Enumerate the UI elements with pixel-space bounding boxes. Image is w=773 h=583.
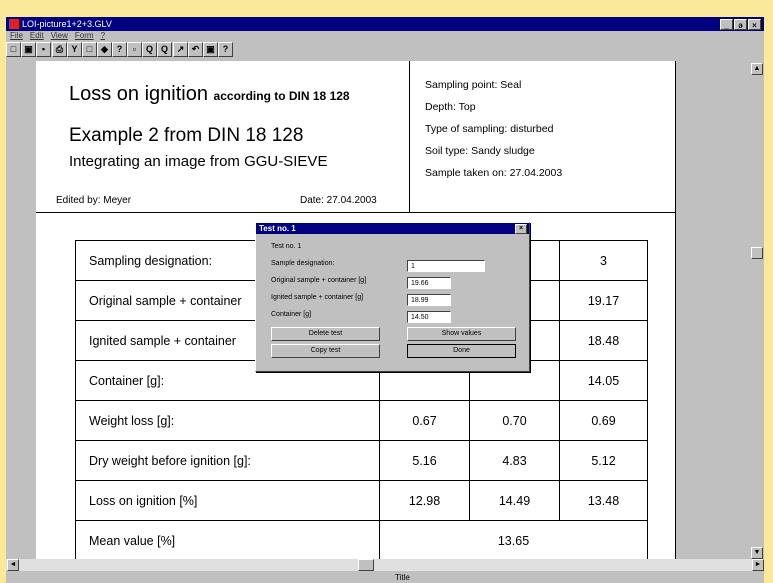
title-line-3: Integrating an image from GGU-SIEVE	[69, 153, 328, 170]
hscroll-thumb[interactable]	[358, 559, 374, 571]
title-main: Loss on ignition	[69, 83, 208, 105]
horizontal-scrollbar[interactable]: ◄ ►	[6, 559, 764, 571]
delete-test-button[interactable]: Delete test	[271, 327, 380, 341]
sample-designation-input[interactable]: 1	[407, 260, 485, 272]
row-label: Dry weight before ignition [g]:	[75, 440, 380, 481]
cell-value: 5.16	[379, 440, 470, 481]
menu-file[interactable]: File	[10, 31, 23, 40]
info-depth: Depth: Top	[425, 101, 476, 113]
title-line-2: Example 2 from DIN 18 128	[69, 125, 304, 146]
cell-value: 0.70	[469, 400, 560, 441]
copy-icon[interactable]: ▣	[203, 42, 218, 57]
row-label: Loss on ignition [%]	[75, 480, 380, 521]
menu-bar: File Edit View Form?	[6, 31, 108, 41]
restore-button[interactable]: ə	[734, 19, 747, 30]
date-label: Date: 27.04.2003	[300, 195, 377, 206]
ignited-sample-input[interactable]: 18.99	[407, 294, 451, 306]
table-row[interactable]: Loss on ignition [%] 12.98 14.49 13.48	[75, 480, 648, 521]
about-icon[interactable]: ?	[218, 42, 233, 57]
cell-value: 18.48	[559, 320, 648, 361]
menu-help[interactable]: ?	[101, 31, 105, 40]
save-icon[interactable]: ▪	[36, 42, 51, 57]
table-row[interactable]: Weight loss [g]: 0.67 0.70 0.69	[75, 400, 648, 441]
info-type-of-sampling: Type of sampling: disturbed	[425, 123, 554, 135]
field-label: Ignited sample + container [g]	[271, 294, 364, 301]
test-number-label: Test no. 1	[271, 243, 302, 250]
mean-value: 13.65	[379, 520, 648, 559]
close-button[interactable]: ×	[748, 19, 761, 30]
show-values-button[interactable]: Show values	[407, 327, 516, 341]
pointer-icon[interactable]: ↗	[173, 42, 188, 57]
field-label: Original sample + container [g]	[271, 277, 367, 284]
status-bar: Title	[6, 572, 764, 583]
menu-edit[interactable]: Edit	[30, 31, 44, 40]
cell-value: 19.17	[559, 280, 648, 321]
scroll-left-icon[interactable]: ◄	[7, 559, 19, 571]
menu-view[interactable]: View	[51, 31, 68, 40]
help-icon[interactable]: ?	[112, 42, 127, 57]
status-text: Title	[395, 573, 410, 582]
dialog-title-bar: Test no. 1 ×	[256, 223, 529, 234]
zoom-in-icon[interactable]: Q	[142, 42, 157, 57]
undo-icon[interactable]: ↶	[188, 42, 203, 57]
scroll-thumb[interactable]	[751, 247, 763, 259]
cell-value: 14.05	[559, 360, 648, 401]
page-icon[interactable]: ▫	[127, 42, 142, 57]
done-button[interactable]: Done	[407, 344, 516, 358]
cell-value: 12.98	[379, 480, 470, 521]
title-bar: LOI-picture1+2+3.GLV _ ə ×	[6, 17, 764, 31]
mean-label: Mean value [%]	[75, 520, 380, 559]
info-sample-taken-on: Sample taken on: 27.04.2003	[425, 167, 563, 179]
frame-icon[interactable]: □	[82, 42, 97, 57]
filter-icon[interactable]: Y	[67, 42, 82, 57]
scroll-up-icon[interactable]: ▲	[751, 63, 763, 75]
scroll-down-icon[interactable]: ▼	[751, 547, 763, 559]
edited-by: Edited by: Meyer	[56, 195, 132, 206]
dialog-close-button[interactable]: ×	[515, 224, 527, 234]
open-file-icon[interactable]: ▣	[21, 42, 36, 57]
title-block: Loss on ignition according to DIN 18 128…	[36, 61, 410, 213]
scroll-right-icon[interactable]: ►	[752, 559, 764, 571]
cell-value: 5.12	[559, 440, 648, 481]
info-sampling-point: Sampling point: Seal	[425, 79, 522, 91]
copy-test-button[interactable]: Copy test	[271, 344, 380, 358]
print-icon[interactable]: ⎙	[52, 42, 67, 57]
cell-value: 14.49	[469, 480, 560, 521]
info-soil-type: Soil type: Sandy sludge	[425, 145, 535, 157]
field-label: Sample designation:	[271, 260, 335, 267]
dialog-title: Test no. 1	[259, 224, 296, 233]
page-title: Loss on ignition according to DIN 18 128	[69, 83, 350, 106]
zoom-out-icon[interactable]: Q	[157, 42, 172, 57]
new-file-icon[interactable]: □	[6, 42, 21, 57]
minimize-button[interactable]: _	[720, 19, 733, 30]
container-input[interactable]: 14.50	[407, 311, 451, 323]
vertical-scrollbar[interactable]: ▲ ▼	[676, 61, 764, 559]
row-label: Weight loss [g]:	[75, 400, 380, 441]
app-icon	[9, 19, 19, 29]
table-row[interactable]: Mean value [%] 13.65	[75, 520, 648, 559]
field-label: Container [g]	[271, 311, 312, 318]
window-title: LOI-picture1+2+3.GLV	[22, 19, 112, 29]
info-block: Sampling point: Seal Depth: Top Type of …	[410, 61, 676, 213]
menu-form[interactable]: Form	[75, 31, 94, 40]
edit-icon[interactable]: ◆	[97, 42, 112, 57]
cell-value: 0.69	[559, 400, 648, 441]
cell-value: 0.67	[379, 400, 470, 441]
table-row[interactable]: Dry weight before ignition [g]: 5.16 4.83 5…	[75, 440, 648, 481]
test-dialog: Test no. 1 × Test no. 1 Sample designati…	[255, 222, 530, 372]
cell-value: 3	[559, 240, 648, 281]
original-sample-input[interactable]: 19.66	[407, 277, 451, 289]
cell-value: 13.48	[559, 480, 648, 521]
title-suffix: according to DIN 18 128	[213, 89, 350, 103]
cell-value: 4.83	[469, 440, 560, 481]
